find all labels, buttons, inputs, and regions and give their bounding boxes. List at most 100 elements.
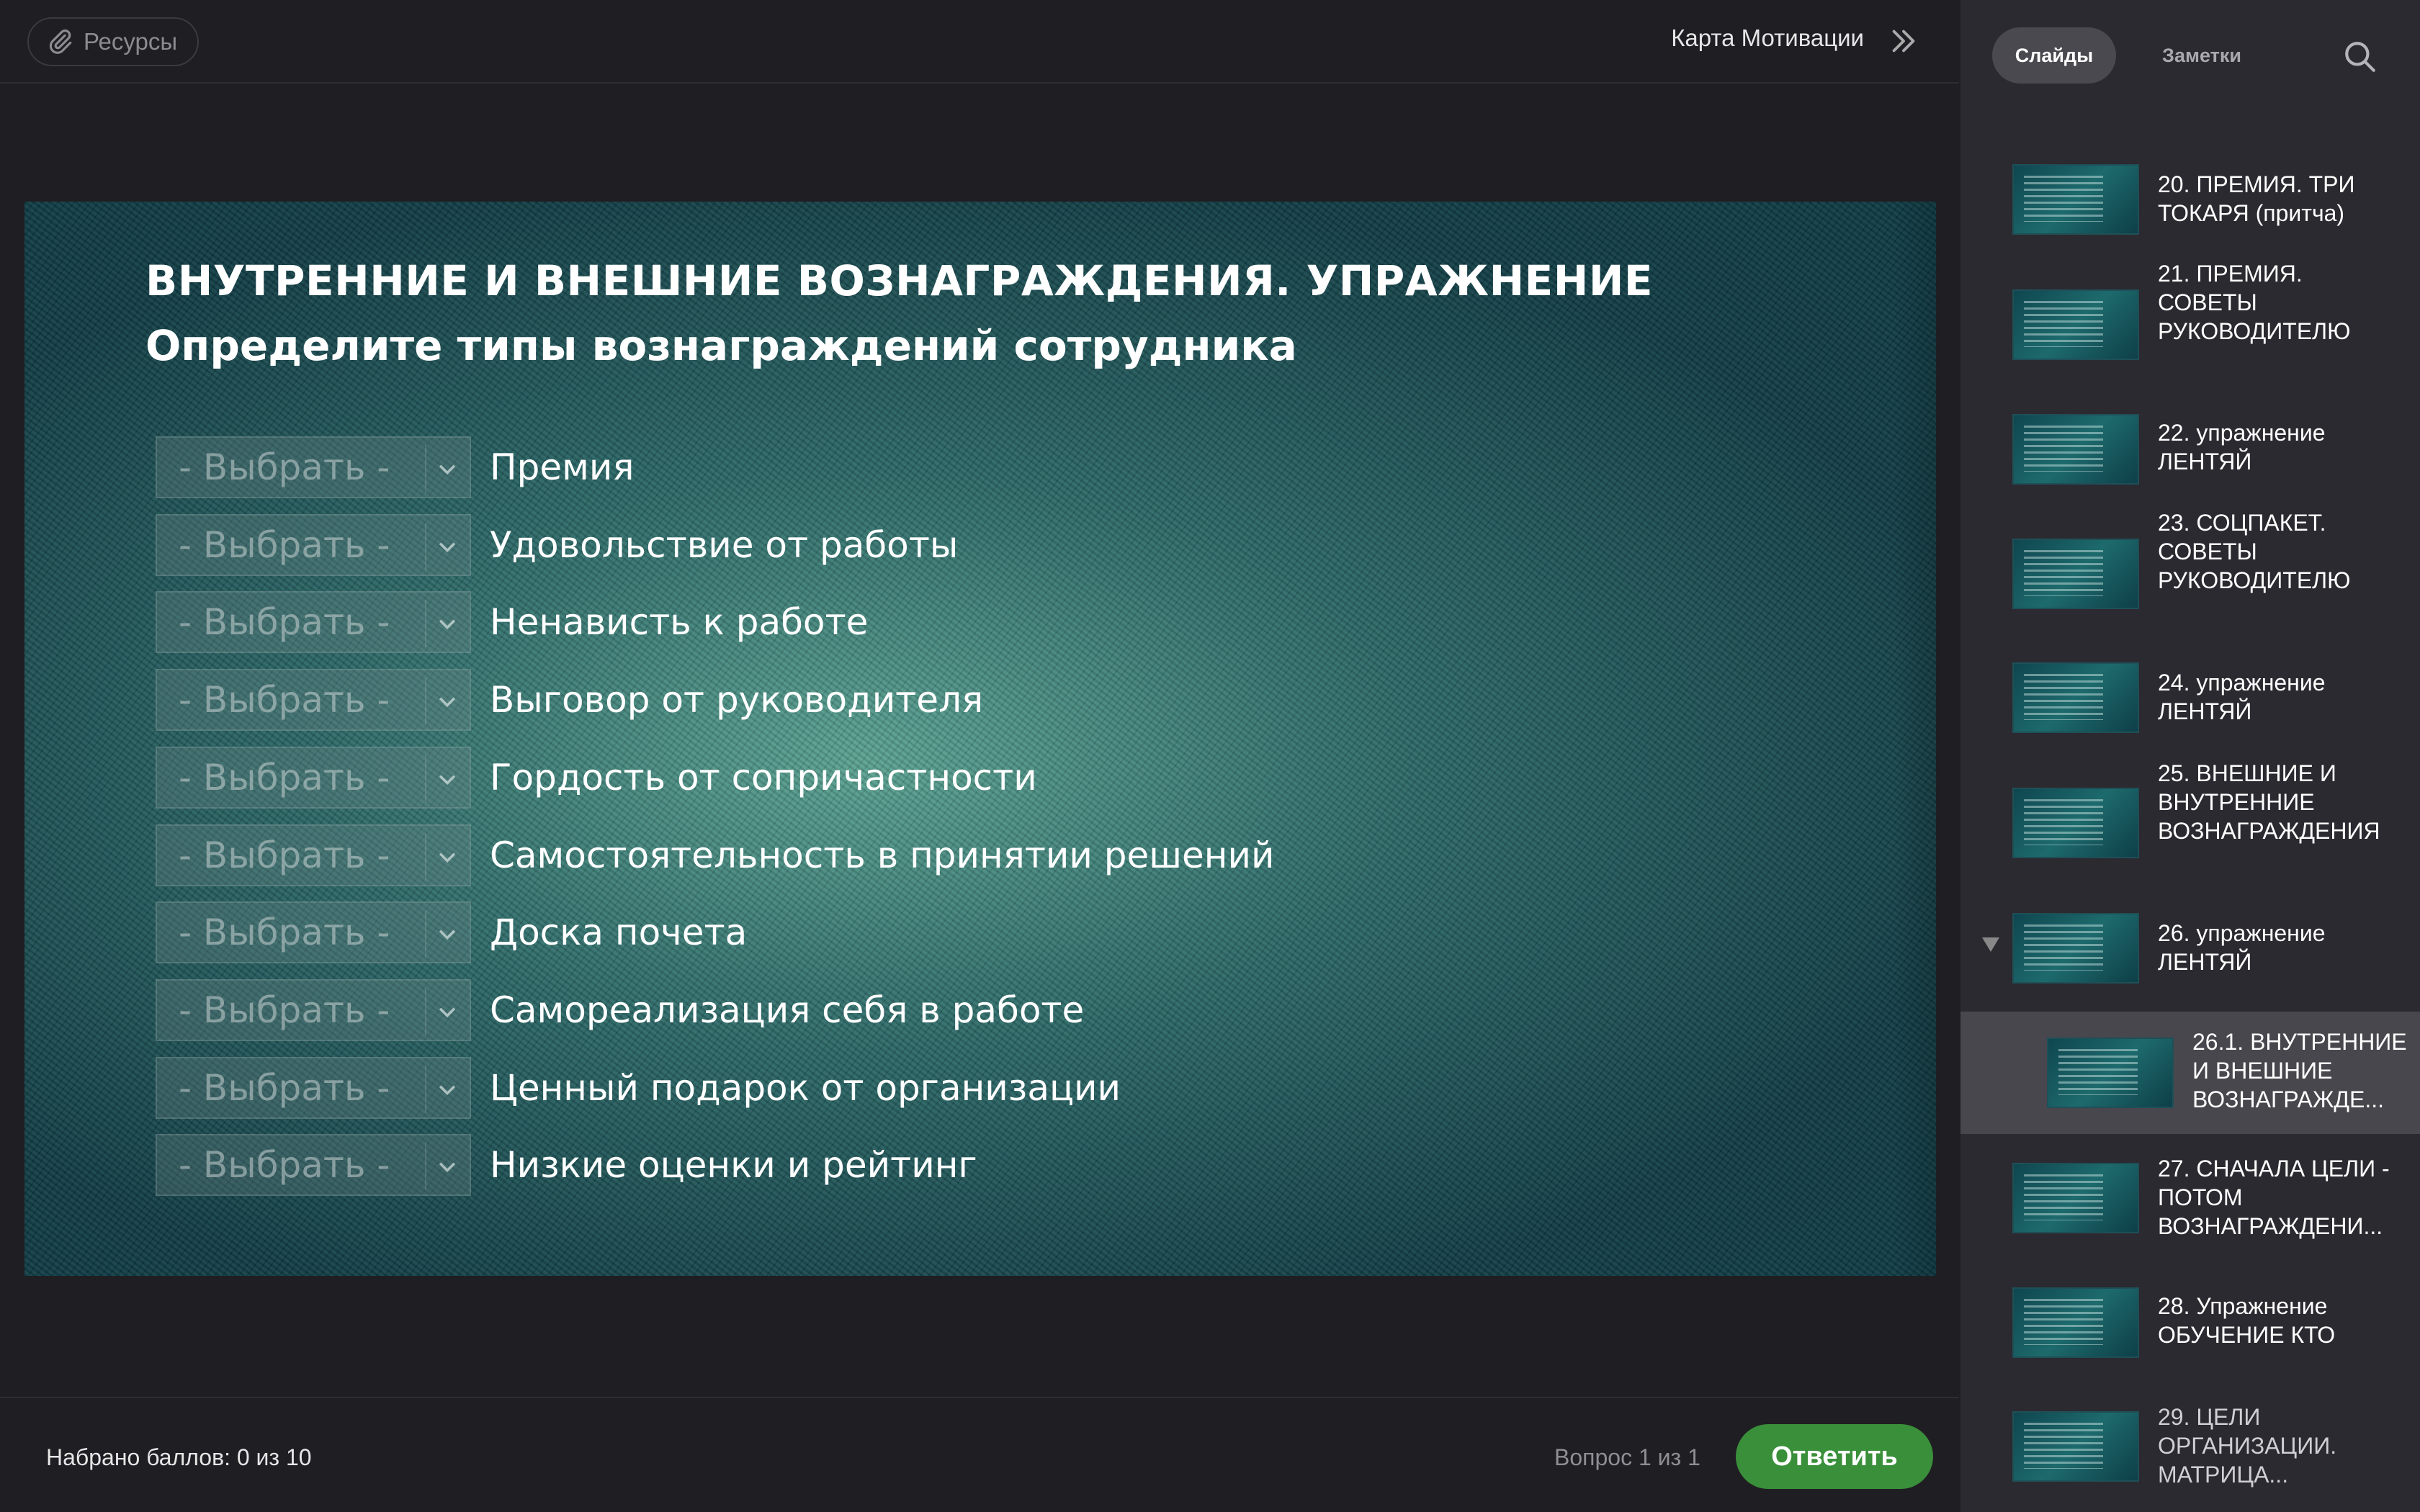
answer-dropdown[interactable]: - Выбрать -: [156, 979, 471, 1041]
exercise-item-label: Удовольствие от работы: [490, 524, 959, 566]
dropdown-separator: [425, 600, 426, 647]
resources-label: Ресурсы: [84, 28, 178, 55]
answer-dropdown[interactable]: - Выбрать -: [156, 1057, 471, 1119]
slide-canvas: ВНУТРЕННИЕ И ВНЕШНИЕ ВОЗНАГРАЖДЕНИЯ. УПР…: [24, 202, 1936, 1276]
dropdown-separator: [425, 1066, 426, 1113]
slide-list-item[interactable]: 25. ВНЕШНИЕ И ВНУТРЕННИЕ ВОЗНАГРАЖДЕНИЯ: [1960, 760, 2420, 888]
slide-list-item[interactable]: 27. СНАЧАЛА ЦЕЛИ - ПОТОМ ВОЗНАГРАЖДЕНИ..…: [1960, 1141, 2420, 1262]
exercise-row: - Выбрать - Самореализация себя в работе: [156, 978, 1084, 1043]
dropdown-separator: [425, 988, 426, 1035]
exercise-item-label: Премия: [490, 446, 635, 488]
slide-list-item[interactable]: 21. ПРЕМИЯ. СОВЕТЫ РУКОВОДИТЕЛЮ: [1960, 261, 2420, 389]
slide-list-item[interactable]: 28. Упражнение ОБУЧЕНИЕ КТО: [1960, 1266, 2420, 1381]
dropdown-placeholder: - Выбрать -: [179, 757, 390, 798]
chevron-down-icon: [439, 619, 456, 630]
slide-thumbnail: [2012, 1287, 2139, 1358]
exercise-row: - Выбрать - Ценный подарок от организаци…: [156, 1056, 1121, 1120]
course-title: Карта Мотивации: [1671, 24, 1864, 51]
slide-list-item-title: 20. ПРЕМИЯ. ТРИ ТОКАРЯ (притча): [2158, 171, 2355, 226]
answer-dropdown[interactable]: - Выбрать -: [156, 901, 471, 963]
slide-thumbnail: [2012, 662, 2139, 733]
slide-thumbnail: [2012, 1163, 2139, 1233]
exercise-row: - Выбрать - Низкие оценки и рейтинг: [156, 1133, 977, 1197]
slide-thumbnail: [2012, 289, 2139, 360]
slide-thumbnail: [2012, 913, 2139, 984]
slide-list-item[interactable]: 24. упражнение ЛЕНТЯЙ: [1960, 642, 2420, 757]
tab-slides[interactable]: Слайды: [1992, 27, 2116, 84]
slide-list-item-title: 25. ВНЕШНИЕ И ВНУТРЕННИЕ ВОЗНАГРАЖДЕНИЯ: [2158, 760, 2380, 844]
slide-list-item[interactable]: 26. упражнение ЛЕНТЯЙ: [1960, 893, 2420, 1008]
answer-dropdown[interactable]: - Выбрать -: [156, 591, 471, 653]
top-bar: Ресурсы Карта Мотивации: [0, 0, 1959, 84]
exercise-row: - Выбрать - Доска почета: [156, 900, 747, 965]
chevron-down-icon: [439, 852, 456, 863]
answer-dropdown[interactable]: - Выбрать -: [156, 436, 471, 498]
slide-list-item-title: 26.1. ВНУТРЕННИЕ И ВНЕШНИЕ ВОЗНАГРАЖДЕ..…: [2192, 1029, 2407, 1112]
paperclip-icon: [49, 30, 72, 54]
exercise-item-label: Ненависть к работе: [490, 601, 869, 643]
exercise-item-label: Доска почета: [490, 912, 748, 953]
dropdown-placeholder: - Выбрать -: [179, 446, 390, 488]
exercise-item-label: Гордость от сопричастности: [490, 757, 1037, 798]
exercise-item-label: Самореализация себя в работе: [490, 989, 1085, 1031]
dropdown-placeholder: - Выбрать -: [179, 1067, 390, 1109]
exercise-item-label: Выговор от руководителя: [490, 679, 984, 721]
answer-button[interactable]: Ответить: [1736, 1424, 1933, 1489]
exercise-row: - Выбрать - Выговор от руководителя: [156, 667, 983, 732]
chevron-down-icon: [439, 542, 456, 553]
score-text: Набрано баллов: 0 из 10: [46, 1444, 312, 1470]
chevron-down-icon: [439, 775, 456, 786]
resources-button[interactable]: Ресурсы: [27, 17, 200, 66]
bottom-bar: Набрано баллов: 0 из 10 Вопрос 1 из 1 От…: [0, 1397, 1959, 1512]
answer-dropdown[interactable]: - Выбрать -: [156, 514, 471, 576]
slide-list-item-active[interactable]: 26.1. ВНУТРЕННИЕ И ВНЕШНИЕ ВОЗНАГРАЖДЕ..…: [1960, 1012, 2420, 1134]
exercise-row: - Выбрать - Гордость от сопричастности: [156, 745, 1037, 810]
dropdown-placeholder: - Выбрать -: [179, 989, 390, 1031]
slide-list-item[interactable]: 20. ПРЕМИЯ. ТРИ ТОКАРЯ (притча): [1960, 144, 2420, 259]
answer-dropdown[interactable]: - Выбрать -: [156, 824, 471, 886]
dropdown-separator: [425, 523, 426, 570]
slide-list-item-title: 22. упражнение ЛЕНТЯЙ: [2158, 420, 2326, 474]
slide-list-item[interactable]: 23. СОЦПАКЕТ. СОВЕТЫ РУКОВОДИТЕЛЮ: [1960, 510, 2420, 638]
slide-list-item-title: 28. Упражнение ОБУЧЕНИЕ КТО: [2158, 1293, 2336, 1348]
dropdown-placeholder: - Выбрать -: [179, 679, 390, 721]
dropdown-placeholder: - Выбрать -: [179, 601, 390, 643]
dropdown-placeholder: - Выбрать -: [179, 912, 390, 953]
tab-notes[interactable]: Заметки: [2141, 27, 2263, 84]
slide-thumbnail: [2012, 164, 2139, 235]
dropdown-separator: [425, 755, 426, 803]
slide-list-item-title: 27. СНАЧАЛА ЦЕЛИ - ПОТОМ ВОЗНАГРАЖДЕНИ..…: [2158, 1156, 2390, 1239]
question-counter: Вопрос 1 из 1: [1554, 1444, 1700, 1470]
chevron-down-icon: [439, 1007, 456, 1018]
slide-thumbnail: [2047, 1038, 2174, 1108]
collapse-triangle-icon[interactable]: [1982, 937, 1999, 952]
slide-subtitle: Определите типы вознаграждений сотрудник…: [145, 321, 1297, 370]
dropdown-placeholder: - Выбрать -: [179, 524, 390, 566]
dropdown-separator: [425, 833, 426, 881]
exercise-row: - Выбрать - Премия: [156, 435, 634, 500]
double-chevron-right-icon[interactable]: [1887, 24, 1920, 58]
dropdown-separator: [425, 910, 426, 958]
dropdown-placeholder: - Выбрать -: [179, 1144, 390, 1186]
slide-list-item-title: 29. ЦЕЛИ ОРГАНИЗАЦИИ. МАТРИЦА...: [2158, 1404, 2337, 1488]
slide-list-item-title: 24. упражнение ЛЕНТЯЙ: [2158, 670, 2326, 724]
dropdown-separator: [425, 445, 426, 492]
chevron-down-icon: [439, 697, 456, 708]
dropdown-separator: [425, 678, 426, 725]
dropdown-placeholder: - Выбрать -: [179, 834, 390, 876]
slide-list-item[interactable]: 29. ЦЕЛИ ОРГАНИЗАЦИИ. МАТРИЦА...: [1960, 1390, 2420, 1512]
slide-list-item-title: 23. СОЦПАКЕТ. СОВЕТЫ РУКОВОДИТЕЛЮ: [2158, 510, 2351, 593]
answer-dropdown[interactable]: - Выбрать -: [156, 1134, 471, 1196]
answer-dropdown[interactable]: - Выбрать -: [156, 747, 471, 809]
exercise-item-label: Самостоятельность в принятии решений: [490, 834, 1275, 876]
slide-title: ВНУТРЕННИЕ И ВНЕШНИЕ ВОЗНАГРАЖДЕНИЯ. УПР…: [145, 256, 1654, 305]
search-icon[interactable]: [2342, 39, 2378, 75]
slides-sidebar: Слайды Заметки 20. ПРЕМИЯ. ТРИ ТОКАРЯ (п…: [1960, 0, 2420, 1512]
exercise-item-label: Ценный подарок от организации: [490, 1067, 1121, 1109]
answer-dropdown[interactable]: - Выбрать -: [156, 669, 471, 731]
chevron-down-icon: [439, 930, 456, 940]
exercise-item-label: Низкие оценки и рейтинг: [490, 1144, 977, 1186]
slide-list-item[interactable]: 22. упражнение ЛЕНТЯЙ: [1960, 392, 2420, 508]
slide-thumbnail: [2012, 539, 2139, 609]
slide-thumbnail: [2012, 1411, 2139, 1482]
